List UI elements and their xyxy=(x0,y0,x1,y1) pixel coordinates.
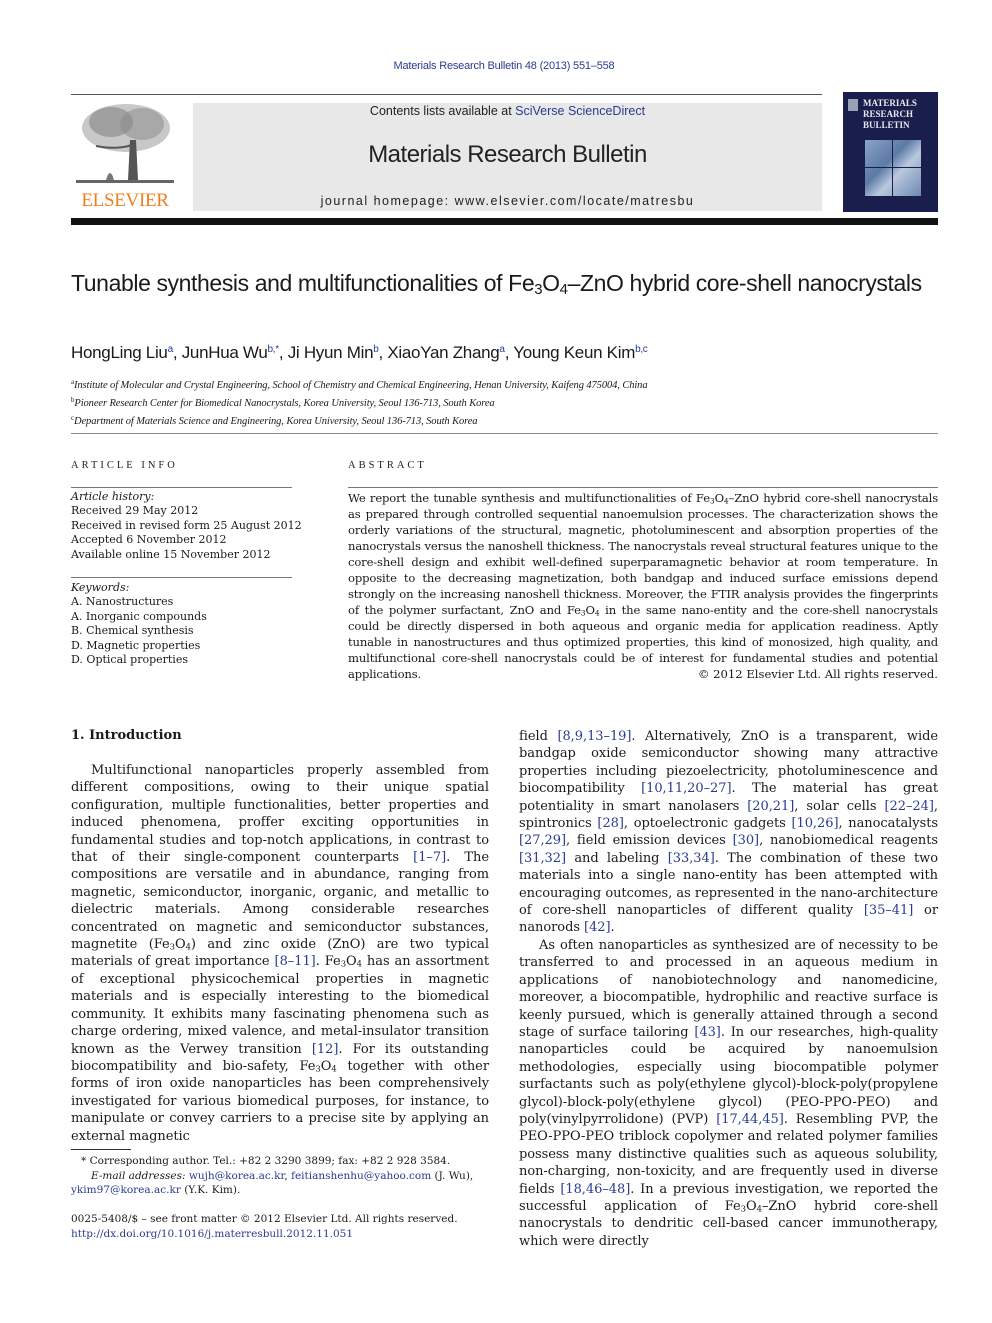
author: Young Keun Kim xyxy=(513,343,636,362)
history-item: Accepted 6 November 2012 xyxy=(71,533,227,547)
cover-title-line: BULLETIN xyxy=(863,120,910,130)
divider xyxy=(71,577,292,578)
keyword-item: B. Chemical synthesis xyxy=(71,624,194,638)
abstract-copyright: © 2012 Elsevier Ltd. All rights reserved… xyxy=(697,667,938,681)
keyword-item: D. Optical properties xyxy=(71,653,188,667)
affiliation-link[interactable]: a xyxy=(499,344,505,355)
cover-image xyxy=(865,140,921,196)
reference-link[interactable]: [35–41] xyxy=(864,903,913,918)
header-thick-rule xyxy=(71,218,938,225)
header-divider xyxy=(71,94,822,95)
elsevier-logo[interactable]: ELSEVIER xyxy=(70,100,180,212)
reference-link[interactable]: [10,11,20–27] xyxy=(641,781,731,796)
section-divider xyxy=(71,433,938,434)
abstract-text: We report the tunable synthesis and mult… xyxy=(348,491,938,681)
paragraph: field [8,9,13–19]. Alternatively, ZnO is… xyxy=(519,729,939,936)
reference-link[interactable]: [8–11] xyxy=(275,954,316,969)
history-item: Received in revised form 25 August 2012 xyxy=(71,518,302,532)
article-info-heading: ARTICLE INFO xyxy=(71,460,178,471)
history-item: Available online 15 November 2012 xyxy=(71,547,271,561)
reference-link[interactable]: [33,34] xyxy=(668,851,715,866)
affiliation-link[interactable]: b,* xyxy=(268,344,280,355)
cover-title: MATERIALS RESEARCH BULLETIN xyxy=(863,98,917,131)
journal-homepage[interactable]: journal homepage: www.elsevier.com/locat… xyxy=(193,194,822,208)
keyword-item: D. Magnetic properties xyxy=(71,638,201,652)
author: HongLing Liu xyxy=(71,343,168,362)
introduction-heading: 1. Introduction xyxy=(71,728,182,743)
sciencedirect-link[interactable]: SciVerse ScienceDirect xyxy=(515,104,645,118)
reference-link[interactable]: [20,21] xyxy=(747,799,794,814)
author: Ji Hyun Min xyxy=(287,343,374,362)
history-label: Article history: xyxy=(71,490,155,503)
article-title: Tunable synthesis and multifunctionaliti… xyxy=(71,270,922,298)
reference-link[interactable]: [31,32] xyxy=(519,851,566,866)
publisher-mark-icon xyxy=(848,99,858,111)
issn-line: 0025-5408/$ – see front matter © 2012 El… xyxy=(71,1213,458,1225)
abstract-heading: ABSTRACT xyxy=(348,460,427,471)
reference-link[interactable]: [12] xyxy=(312,1042,339,1057)
issn-doi: 0025-5408/$ – see front matter © 2012 El… xyxy=(71,1212,489,1242)
email-link[interactable]: feitianshenhu@yahoo.com xyxy=(291,1170,431,1182)
reference-link[interactable]: [8,9,13–19] xyxy=(557,729,631,744)
doi-link[interactable]: http://dx.doi.org/10.1016/j.materresbull… xyxy=(71,1228,353,1240)
reference-link[interactable]: [1–7] xyxy=(413,850,446,865)
body-column-right: field [8,9,13–19]. Alternatively, ZnO is… xyxy=(519,728,938,1250)
reference-link[interactable]: [10,26] xyxy=(791,816,838,831)
cover-title-line: MATERIALS xyxy=(863,98,917,108)
journal-citation[interactable]: Materials Research Bulletin 48 (2013) 55… xyxy=(0,60,992,72)
divider xyxy=(71,487,292,488)
keywords: Keywords: A. Nanostructures A. Inorganic… xyxy=(71,581,207,667)
corresponding-author-footnote: * Corresponding author. Tel.: +82 2 3290… xyxy=(71,1154,489,1198)
affiliation-link[interactable]: b,c xyxy=(635,344,648,355)
affiliation: aInstitute of Molecular and Crystal Engi… xyxy=(71,378,648,391)
journal-banner: Contents lists available at SciVerse Sci… xyxy=(193,103,822,211)
footnote-line: ykim97@korea.ac.kr (Y.K. Kim). xyxy=(71,1184,241,1196)
affiliation: bPioneer Research Center for Biomedical … xyxy=(71,396,495,409)
reference-link[interactable]: [22–24] xyxy=(885,799,934,814)
reference-link[interactable]: [28] xyxy=(597,816,624,831)
elsevier-wordmark: ELSEVIER xyxy=(81,190,169,211)
keyword-item: A. Nanostructures xyxy=(71,595,174,609)
email-link[interactable]: wujh@korea.ac.kr xyxy=(189,1170,285,1182)
author-list: HongLing Liua, JunHua Wub,*, Ji Hyun Min… xyxy=(71,343,648,362)
footnote-line: * Corresponding author. Tel.: +82 2 3290… xyxy=(81,1155,451,1167)
history-item: Received 29 May 2012 xyxy=(71,504,199,518)
author: JunHua Wu xyxy=(181,343,268,362)
reference-link[interactable]: [30] xyxy=(733,833,760,848)
reference-link[interactable]: [42] xyxy=(584,920,611,935)
divider xyxy=(348,487,938,488)
footnote-rule xyxy=(71,1149,131,1150)
body-column-left: Multifunctional nanoparticles properly a… xyxy=(71,762,489,1145)
journal-title: Materials Research Bulletin xyxy=(368,141,647,168)
email-link[interactable]: ykim97@korea.ac.kr xyxy=(71,1184,181,1196)
elsevier-tree-icon xyxy=(76,104,174,183)
contents-prefix: Contents lists available at xyxy=(369,104,516,118)
journal-cover[interactable]: MATERIALS RESEARCH BULLETIN xyxy=(843,92,938,212)
reference-link[interactable]: [27,29] xyxy=(519,833,566,848)
author: XiaoYan Zhang xyxy=(387,343,500,362)
reference-link[interactable]: [17,44,45] xyxy=(716,1112,784,1127)
keywords-label: Keywords: xyxy=(71,581,130,594)
affiliation-link[interactable]: b xyxy=(373,344,379,355)
keyword-item: A. Inorganic compounds xyxy=(71,609,207,623)
paragraph: Multifunctional nanoparticles properly a… xyxy=(71,763,490,1144)
reference-link[interactable]: [18,46–48] xyxy=(560,1182,630,1197)
cover-title-line: RESEARCH xyxy=(863,109,914,119)
reference-link[interactable]: [43] xyxy=(694,1025,721,1040)
paragraph: As often nanoparticles as synthesized ar… xyxy=(519,937,939,1249)
footnote-line: E-mail addresses: wujh@korea.ac.kr, feit… xyxy=(91,1169,474,1182)
affiliation-link[interactable]: a xyxy=(168,344,174,355)
article-history: Article history: Received 29 May 2012 Re… xyxy=(71,490,302,562)
affiliations: aInstitute of Molecular and Crystal Engi… xyxy=(71,375,648,429)
affiliation: cDepartment of Materials Science and Eng… xyxy=(71,414,478,427)
contents-line: Contents lists available at SciVerse Sci… xyxy=(193,104,822,118)
